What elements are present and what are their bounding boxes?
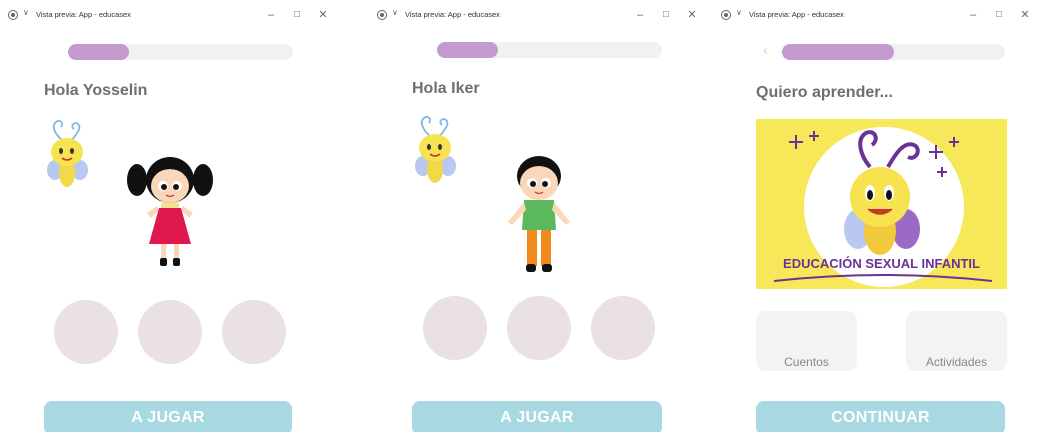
- close-button[interactable]: ✕: [315, 7, 331, 23]
- option-circle-1[interactable]: [54, 300, 118, 364]
- maximize-button[interactable]: □: [658, 7, 674, 23]
- option-circle-3[interactable]: [222, 300, 286, 364]
- girl-character: [127, 157, 213, 266]
- continue-button[interactable]: CONTINUAR: [756, 401, 1005, 432]
- option-circle-3[interactable]: [591, 296, 655, 360]
- window-title: Vista previa: App - educasex: [36, 10, 131, 19]
- minimize-button[interactable]: –: [965, 7, 981, 23]
- option-circle-1[interactable]: [423, 296, 487, 360]
- app-icon: [377, 10, 387, 20]
- title-bar: ∨ Vista previa: App - educasex – □ ✕: [0, 0, 339, 32]
- progress-bar: [437, 42, 662, 58]
- minimize-button[interactable]: –: [263, 7, 279, 23]
- minimize-button[interactable]: –: [632, 7, 648, 23]
- app-icon: [721, 10, 731, 20]
- title-bar: ∨ Vista previa: App - educasex – □ ✕: [713, 0, 1041, 32]
- stories-card[interactable]: Cuentos: [756, 311, 857, 371]
- maximize-button[interactable]: □: [289, 7, 305, 23]
- option-circle-2[interactable]: [507, 296, 571, 360]
- maximize-button[interactable]: □: [991, 7, 1007, 23]
- butterfly-mascot-icon: [47, 120, 88, 187]
- title-bar: ∨ Vista previa: App - educasex – □ ✕: [369, 0, 708, 32]
- progress-fill: [68, 44, 129, 60]
- boy-character: [508, 156, 570, 272]
- back-arrow-icon[interactable]: ‹: [763, 42, 768, 58]
- chevron-down-icon[interactable]: ∨: [736, 8, 742, 17]
- progress-bar: [68, 44, 293, 60]
- stories-label: Cuentos: [784, 355, 829, 369]
- play-button[interactable]: A JUGAR: [412, 401, 662, 432]
- preview-window-2: ∨ Vista previa: App - educasex – □ ✕ Hol…: [369, 0, 708, 432]
- butterfly-mascot-icon: [415, 116, 456, 183]
- progress-fill: [437, 42, 498, 58]
- banner-title: EDUCACIÓN SEXUAL INFANTIL: [783, 256, 980, 271]
- close-button[interactable]: ✕: [684, 7, 700, 23]
- window-title: Vista previa: App - educasex: [405, 10, 500, 19]
- option-circle-2[interactable]: [138, 300, 202, 364]
- play-button[interactable]: A JUGAR: [44, 401, 292, 432]
- app-icon: [8, 10, 18, 20]
- chevron-down-icon[interactable]: ∨: [392, 8, 398, 17]
- progress-bar: [782, 44, 1005, 60]
- activities-card[interactable]: Actividades: [906, 311, 1007, 371]
- preview-window-1: ∨ Vista previa: App - educasex – □ ✕ Hol…: [0, 0, 339, 432]
- greeting-text: Hola Iker: [412, 80, 480, 97]
- education-banner: EDUCACIÓN SEXUAL INFANTIL: [756, 119, 1007, 289]
- greeting-text: Hola Yosselin: [44, 82, 148, 99]
- window-title: Vista previa: App - educasex: [749, 10, 844, 19]
- chevron-down-icon[interactable]: ∨: [23, 8, 29, 17]
- preview-window-3: ∨ Vista previa: App - educasex – □ ✕ ‹ Q…: [713, 0, 1041, 432]
- section-title: Quiero aprender...: [756, 84, 893, 101]
- activities-label: Actividades: [925, 355, 988, 369]
- progress-fill: [782, 44, 894, 60]
- close-button[interactable]: ✕: [1017, 7, 1033, 23]
